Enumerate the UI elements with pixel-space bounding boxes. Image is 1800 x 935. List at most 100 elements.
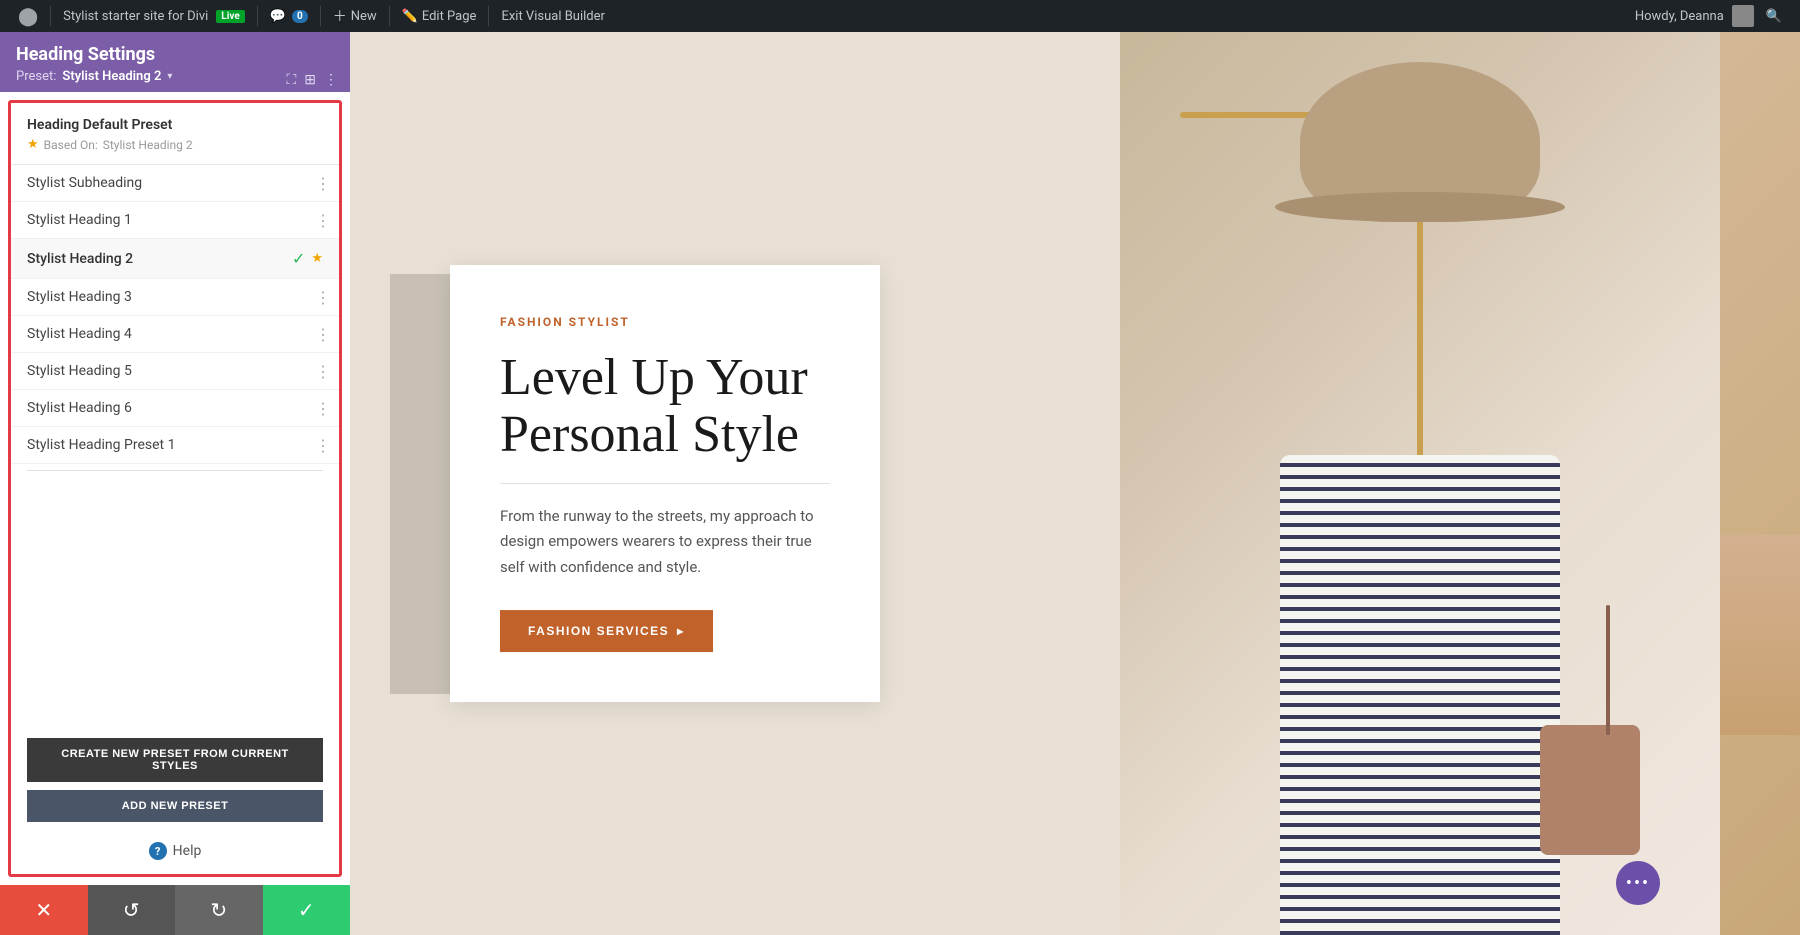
based-on-label: Based On: <box>44 138 98 152</box>
default-preset-title: Heading Default Preset <box>27 117 323 133</box>
preset-label-heading2: Stylist Heading 2 <box>27 251 292 267</box>
based-on-value: Stylist Heading 2 <box>103 138 193 152</box>
redo-icon: ↻ <box>210 898 227 922</box>
exit-builder-label: Exit Visual Builder <box>501 9 604 24</box>
help-label[interactable]: Help <box>173 843 202 859</box>
preset-label-text: Preset: <box>16 69 56 84</box>
comment-icon: 💬 <box>270 9 286 24</box>
preset-item-heading3[interactable]: Stylist Heading 3 ⋮ <box>11 279 339 316</box>
star-icon: ★ <box>27 137 39 152</box>
more-icon-preset1[interactable]: ⋮ <box>315 436 331 455</box>
preset-buttons: CREATE NEW PRESET FROM CURRENT STYLES AD… <box>11 726 339 830</box>
more-options-icon[interactable]: ⋮ <box>324 72 338 88</box>
bottom-toolbar: ✕ ↺ ↻ ✓ <box>0 885 350 935</box>
help-row: ? Help <box>11 830 339 874</box>
new-label: New <box>351 9 377 24</box>
add-preset-button[interactable]: ADD NEW PRESET <box>27 790 323 822</box>
content-card: FASHION STYLIST Level Up Your Personal S… <box>450 265 880 703</box>
card-body: From the runway to the streets, my appro… <box>500 504 830 581</box>
create-preset-button[interactable]: CREATE NEW PRESET FROM CURRENT STYLES <box>27 738 323 782</box>
close-icon: ✕ <box>35 898 52 922</box>
header-icons: ⛶ ⊞ ⋮ <box>286 72 338 88</box>
preset-item-heading4[interactable]: Stylist Heading 4 ⋮ <box>11 316 339 353</box>
exit-builder-link[interactable]: Exit Visual Builder <box>491 0 614 32</box>
close-button[interactable]: ✕ <box>0 885 88 935</box>
panel-title: Heading Settings <box>16 44 334 65</box>
preset-label-heading1: Stylist Heading 1 <box>27 212 323 228</box>
more-icon-heading4[interactable]: ⋮ <box>315 325 331 344</box>
shirt-body <box>1280 455 1560 935</box>
howdy-label: Howdy, Deanna 🔍 <box>1625 0 1792 32</box>
new-button[interactable]: ＋ New <box>323 0 387 32</box>
preset-item-heading6[interactable]: Stylist Heading 6 ⋮ <box>11 390 339 427</box>
partial-person <box>1720 535 1800 735</box>
edit-page-label: Edit Page <box>422 9 477 24</box>
wp-icon: ⬤ <box>18 6 38 27</box>
redo-button[interactable]: ↻ <box>175 885 263 935</box>
fashion-image <box>1120 32 1720 935</box>
undo-button[interactable]: ↺ <box>88 885 176 935</box>
howdy-text: Howdy, Deanna <box>1635 9 1724 24</box>
search-icon[interactable]: 🔍 <box>1766 9 1782 24</box>
card-btn-label: FASHION SERVICES <box>528 624 669 638</box>
preset-divider <box>27 470 323 471</box>
star-active-icon[interactable]: ★ <box>311 251 323 266</box>
comments-link[interactable]: 💬 0 <box>260 0 318 32</box>
hero-section: FASHION STYLIST Level Up Your Personal S… <box>350 32 1800 935</box>
preset-item-heading2[interactable]: Stylist Heading 2 ✓ ★ <box>11 239 339 279</box>
fullscreen-icon[interactable]: ⛶ <box>286 72 296 88</box>
admin-bar: ⬤ Stylist starter site for Divi Live 💬 0… <box>0 0 1800 32</box>
preset-label-heading5: Stylist Heading 5 <box>27 363 323 379</box>
more-icon-heading1[interactable]: ⋮ <box>315 211 331 230</box>
hat-brim <box>1275 192 1565 222</box>
preset-item-preset1[interactable]: Stylist Heading Preset 1 ⋮ <box>11 427 339 464</box>
fashion-services-button[interactable]: FASHION SERVICES ▸ <box>500 610 713 652</box>
site-name-label: Stylist starter site for Divi <box>63 9 208 24</box>
more-icon-heading5[interactable]: ⋮ <box>315 362 331 381</box>
preset-label-heading6: Stylist Heading 6 <box>27 400 323 416</box>
layout-icon[interactable]: ⊞ <box>304 72 316 88</box>
more-icon-heading3[interactable]: ⋮ <box>315 288 331 307</box>
chevron-down-icon[interactable]: ▾ <box>167 71 172 82</box>
floating-dots-button[interactable]: ••• <box>1616 861 1660 905</box>
preset-label-heading4: Stylist Heading 4 <box>27 326 323 342</box>
card-subheading: FASHION STYLIST <box>500 315 830 329</box>
bag-strap <box>1606 605 1610 735</box>
edit-page-link[interactable]: ✏️ Edit Page <box>392 0 487 32</box>
preset-icons-heading2: ✓ ★ <box>292 249 323 268</box>
plus-icon: ＋ <box>333 6 347 26</box>
save-button[interactable]: ✓ <box>263 885 351 935</box>
dots-icon: ••• <box>1626 873 1650 894</box>
site-name[interactable]: Stylist starter site for Divi Live <box>53 0 255 32</box>
preset-name-text: Stylist Heading 2 <box>62 69 161 84</box>
preset-label-heading3: Stylist Heading 3 <box>27 289 323 305</box>
sidebar-header: Heading Settings Preset: Stylist Heading… <box>0 32 350 92</box>
default-preset-row: Heading Default Preset ★ Based On: Styli… <box>11 103 339 165</box>
more-icon-heading6[interactable]: ⋮ <box>315 399 331 418</box>
live-badge: Live <box>216 10 244 23</box>
preset-label-preset1: Stylist Heading Preset 1 <box>27 437 323 453</box>
pencil-icon: ✏️ <box>402 9 418 24</box>
main-content: FASHION STYLIST Level Up Your Personal S… <box>350 32 1800 935</box>
hero-far-right <box>1720 32 1800 935</box>
preset-list: Stylist Subheading ⋮ Stylist Heading 1 ⋮… <box>11 165 339 726</box>
more-icon-subheading[interactable]: ⋮ <box>315 174 331 193</box>
preset-item-heading5[interactable]: Stylist Heading 5 ⋮ <box>11 353 339 390</box>
save-icon: ✓ <box>298 898 315 922</box>
heading-settings-panel: Heading Settings Preset: Stylist Heading… <box>0 32 350 885</box>
preset-item-heading1[interactable]: Stylist Heading 1 ⋮ <box>11 202 339 239</box>
help-icon[interactable]: ? <box>149 842 167 860</box>
preset-item-subheading[interactable]: Stylist Subheading ⋮ <box>11 165 339 202</box>
check-icon: ✓ <box>292 249 305 268</box>
comment-count: 0 <box>292 10 308 23</box>
preset-box: Heading Default Preset ★ Based On: Styli… <box>8 100 342 877</box>
based-on-row: ★ Based On: Stylist Heading 2 <box>27 137 323 152</box>
undo-icon: ↺ <box>123 898 140 922</box>
card-divider <box>500 483 830 484</box>
avatar <box>1732 5 1754 27</box>
bag <box>1540 725 1640 855</box>
wp-logo[interactable]: ⬤ <box>8 0 48 32</box>
card-heading: Level Up Your Personal Style <box>500 349 830 463</box>
arrow-icon: ▸ <box>677 624 685 638</box>
heading-line1: Level Up Your <box>500 349 808 406</box>
